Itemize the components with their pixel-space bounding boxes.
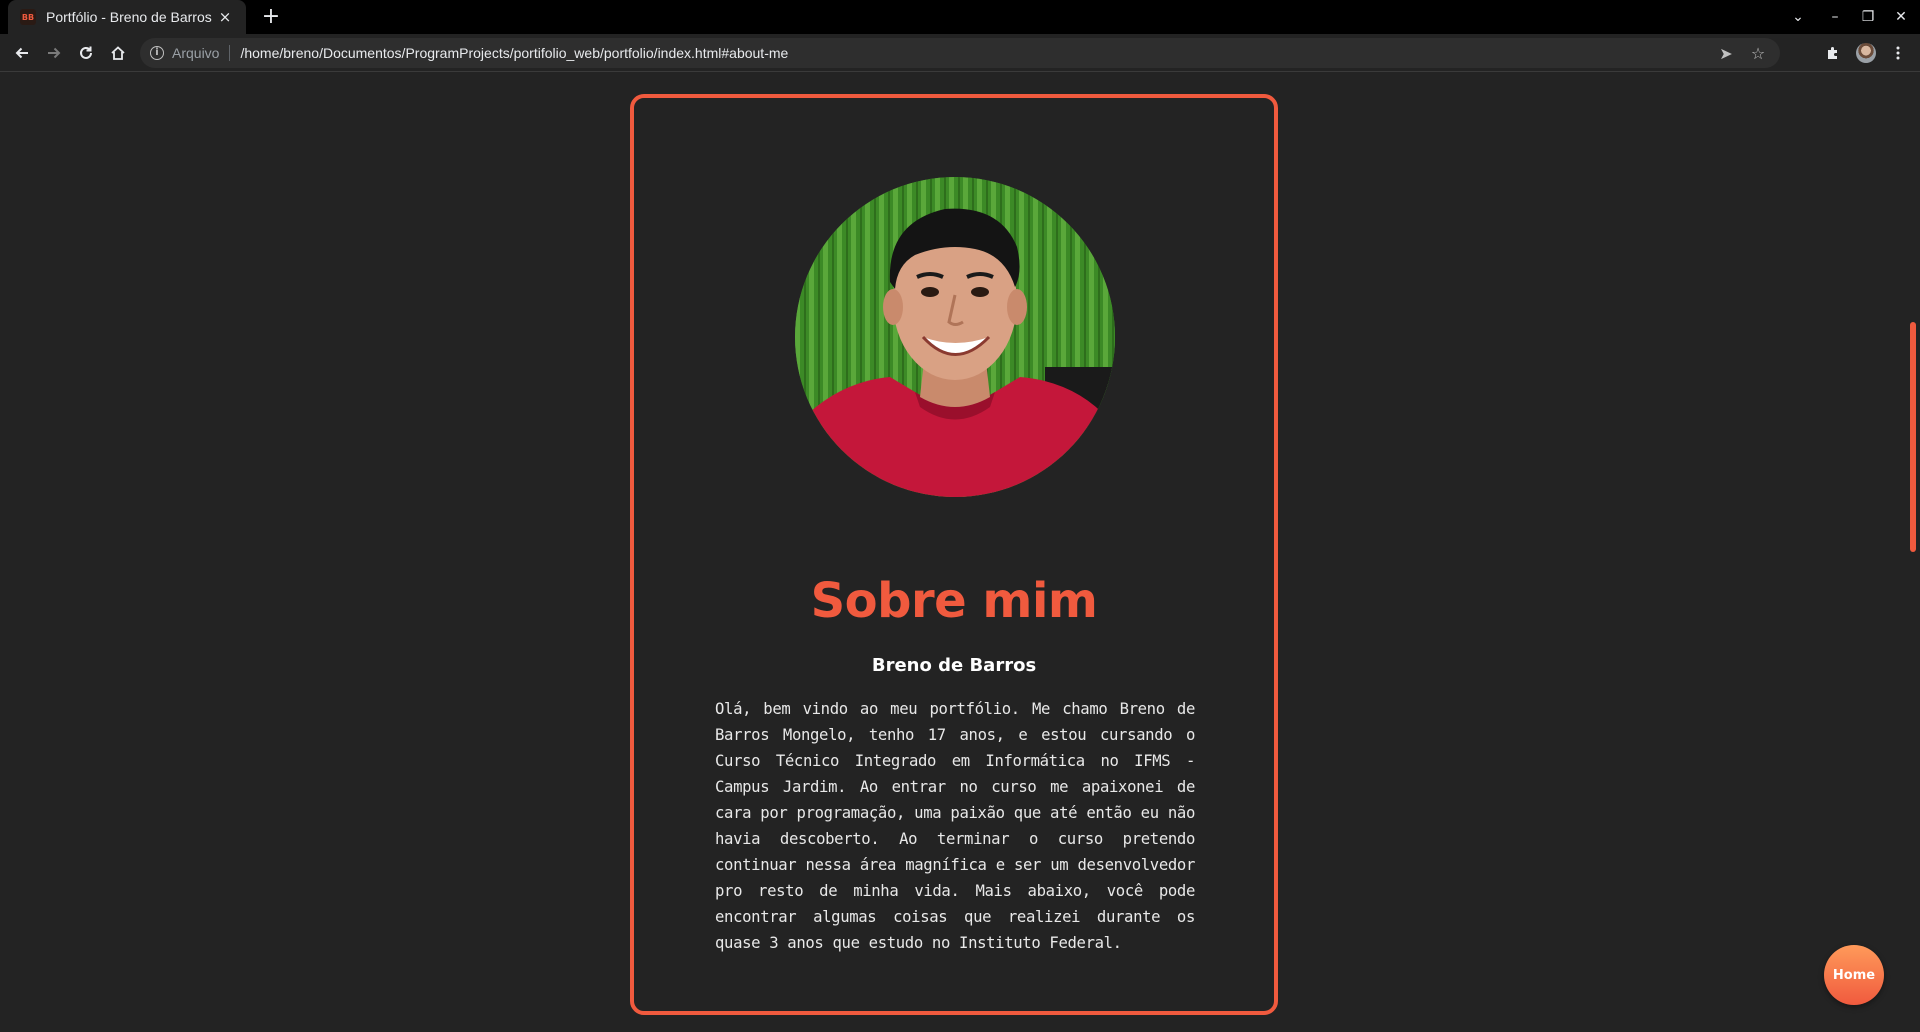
back-button[interactable]: [8, 39, 36, 67]
scrollbar-thumb[interactable]: [1910, 322, 1916, 552]
page-viewport: Sobre mim Breno de Barros Olá, bem vindo…: [0, 73, 1906, 1032]
home-button[interactable]: [104, 39, 132, 67]
tab-close-icon[interactable]: ×: [216, 8, 234, 26]
tab-strip: BB Portfólio - Breno de Barros × + ⌄ – ❐…: [0, 0, 1920, 34]
bookmark-star-icon[interactable]: ☆: [1746, 44, 1770, 63]
forward-button[interactable]: [40, 39, 68, 67]
close-window-button[interactable]: ✕: [1886, 4, 1916, 30]
new-tab-button[interactable]: +: [258, 4, 284, 30]
extensions-button[interactable]: [1819, 39, 1847, 67]
author-name: Breno de Barros: [871, 655, 1037, 676]
favicon-icon: BB: [20, 9, 36, 25]
back-arrow-icon: [15, 47, 28, 59]
scrollbar-track[interactable]: [1906, 73, 1920, 1032]
restore-button[interactable]: ❐: [1853, 4, 1883, 30]
browser-tab[interactable]: BB Portfólio - Breno de Barros ×: [8, 0, 246, 34]
reload-button[interactable]: [72, 39, 100, 67]
tab-title: Portfólio - Breno de Barros: [46, 9, 212, 25]
forward-arrow-icon: [48, 47, 61, 59]
reload-icon: [80, 46, 92, 59]
security-label: Arquivo: [172, 45, 220, 61]
profile-avatar[interactable]: [1856, 43, 1876, 63]
divider: [229, 45, 231, 61]
profile-photo-illustration: [795, 177, 1115, 497]
puzzle-icon: [1828, 47, 1837, 59]
about-me-card: Sobre mim Breno de Barros Olá, bem vindo…: [630, 94, 1278, 1015]
send-icon[interactable]: ➤: [1714, 44, 1738, 63]
address-bar[interactable]: i Arquivo /home/breno/Documentos/Program…: [140, 38, 1780, 68]
minimize-button[interactable]: –: [1820, 4, 1850, 30]
home-floating-button[interactable]: Home: [1824, 945, 1884, 1005]
more-vertical-icon: [1896, 46, 1900, 60]
tab-search-icon[interactable]: ⌄: [1783, 4, 1813, 30]
url-text[interactable]: /home/breno/Documentos/ProgramProjects/p…: [240, 45, 1706, 61]
info-icon[interactable]: i: [150, 46, 164, 60]
profile-photo: [795, 177, 1115, 497]
bio-paragraph: Olá, bem vindo ao meu portfólio. Me cham…: [715, 700, 1195, 952]
home-icon: [111, 46, 125, 60]
section-title: Sobre mim: [810, 573, 1098, 629]
menu-button[interactable]: [1884, 39, 1912, 67]
browser-toolbar: i Arquivo /home/breno/Documentos/Program…: [0, 34, 1920, 72]
